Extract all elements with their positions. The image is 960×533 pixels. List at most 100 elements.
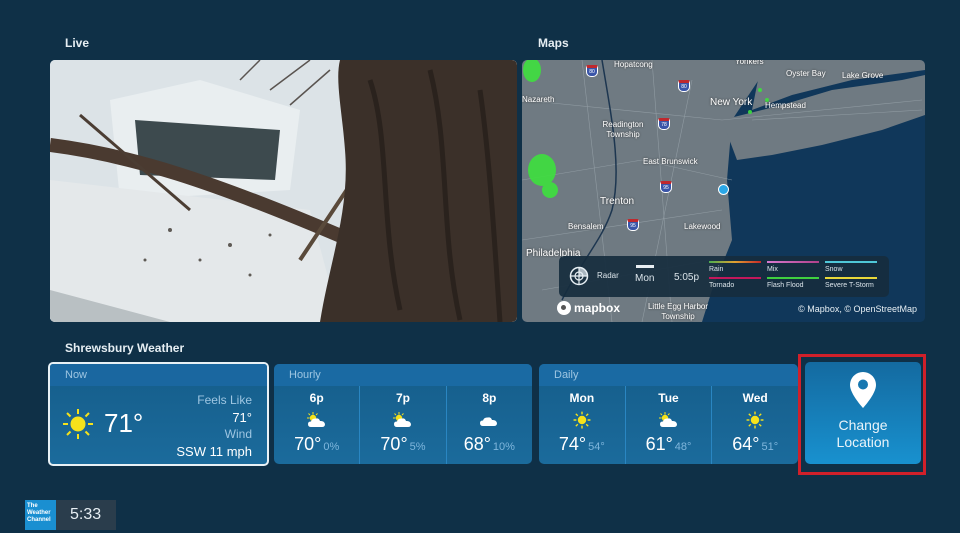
current-temperature: 71° (104, 408, 144, 438)
timeline-progress-marker (636, 265, 654, 268)
daily-header: Daily (539, 364, 798, 386)
legend-label: Mix (767, 266, 778, 273)
day-label: Tue (658, 391, 679, 405)
day-label: Wed (742, 391, 768, 405)
radar-timeline-bar[interactable]: Radar Mon 5:05p Rain Mix Snow Tornado Fl… (559, 256, 889, 297)
legend-label: Flash Flood (767, 282, 804, 289)
map-label: Hempstead (765, 101, 806, 110)
maps-title: Maps (538, 36, 569, 50)
highway-shield: 80 (586, 65, 598, 77)
cloudy-icon (480, 417, 498, 426)
sunny-icon (746, 411, 764, 429)
daily-card[interactable]: Daily Mon 74° 54° Tue 61° 48° Wed 64° 51… (539, 364, 798, 464)
high-temp: 64° (732, 434, 760, 454)
map-label: East Brunswick (643, 157, 698, 166)
hourly-item[interactable]: 6p 70° 0% (274, 386, 359, 464)
footer-clock-bar: The Weather Channel 5:33 (25, 500, 116, 530)
legend-label: Snow (825, 266, 843, 273)
live-video-frame (50, 60, 517, 322)
feels-like-value: 71° (232, 410, 252, 425)
partly-cloudy-icon (392, 412, 411, 427)
map-attribution[interactable]: © Mapbox, © OpenStreetMap (798, 304, 917, 314)
map-label: Lake Grove (842, 71, 884, 80)
weather-title: Shrewsbury Weather (65, 341, 185, 355)
precip-chance: 10% (492, 441, 515, 453)
highway-shield: 78 (658, 118, 670, 130)
now-header: Now (50, 364, 267, 386)
hour-temp: 70° (294, 434, 322, 454)
map-label: Hopatcong (614, 60, 653, 69)
radar-icon (569, 266, 589, 286)
sunny-icon (63, 409, 93, 439)
radar-map[interactable]: Hopatcong Yonkers Oyster Bay Lake Grove … (522, 60, 925, 322)
hourly-card[interactable]: Hourly 6p 70° 0% 7p 70° 5% 8p 68° 10% (274, 364, 532, 464)
map-label: Readington Township (602, 120, 644, 139)
legend-severe-tstorm: Severe T-Storm (825, 277, 877, 289)
legend-tornado: Tornado (709, 277, 761, 289)
highway-shield: 80 (678, 80, 690, 92)
hour-temp: 70° (380, 434, 408, 454)
mapbox-logo: mapbox (557, 301, 620, 315)
low-temp: 48° (674, 441, 692, 453)
mapbox-wordmark: mapbox (574, 301, 621, 315)
map-label: Lakewood (684, 222, 721, 231)
highway-shield: 95 (627, 219, 639, 231)
change-location-button[interactable]: Change Location (805, 362, 921, 464)
change-location-line1: Change (838, 417, 888, 433)
radar-time: 5:05p (674, 272, 700, 283)
live-video-player[interactable] (50, 60, 517, 322)
high-temp: 74° (558, 434, 587, 454)
low-temp: 51° (761, 441, 779, 453)
radar-day: Mon (635, 273, 655, 284)
hourly-header: Hourly (274, 364, 532, 386)
legend-label: Tornado (709, 282, 735, 289)
map-label: Oyster Bay (786, 69, 826, 78)
precip-chance: 0% (323, 441, 340, 453)
legend-rain: Rain (709, 261, 761, 273)
legend-swatch (709, 261, 761, 263)
highway-shield: 95 (660, 181, 672, 193)
logo-text: The (27, 503, 38, 509)
daily-item[interactable]: Wed 64° 51° (711, 386, 798, 464)
now-card[interactable]: Now 71° Feels Like 71° Wind SSW 11 mph (48, 362, 269, 466)
mapbox-icon (557, 301, 571, 315)
wind-value: SSW 11 mph (176, 444, 252, 459)
hour-label: 8p (482, 391, 497, 405)
legend-label: Severe T-Storm (825, 282, 874, 289)
map-label: Yonkers (735, 60, 764, 66)
clock-time: 5:33 (70, 506, 102, 523)
weather-channel-logo: The Weather Channel (25, 500, 56, 530)
day-label: Mon (569, 391, 595, 405)
hourly-item[interactable]: 7p 70° 5% (359, 386, 445, 464)
map-label: Trenton (600, 196, 635, 207)
daily-item[interactable]: Tue 61° 48° (624, 386, 712, 464)
legend-label: Rain (709, 266, 724, 273)
daily-item[interactable]: Mon 74° 54° (539, 386, 625, 464)
logo-text: Weather (27, 510, 51, 516)
high-temp: 61° (645, 434, 673, 454)
map-label: Little Egg Harbor Township (647, 302, 709, 321)
legend-swatch (709, 277, 761, 279)
map-label: New York (710, 97, 753, 108)
legend-swatch (767, 277, 819, 279)
legend-flash-flood: Flash Flood (767, 277, 819, 289)
current-location-marker (718, 184, 729, 195)
hour-label: 6p (309, 391, 324, 405)
legend-swatch (825, 277, 877, 279)
hourly-item[interactable]: 8p 68° 10% (445, 386, 532, 464)
legend-swatch (767, 261, 819, 263)
low-temp: 54° (588, 441, 605, 453)
location-pin-icon (850, 372, 876, 408)
hour-label: 7p (395, 391, 410, 405)
map-label: Bensalem (568, 222, 604, 231)
partly-cloudy-icon (306, 412, 325, 427)
wind-label: Wind (224, 427, 252, 441)
feels-like-label: Feels Like (197, 393, 252, 407)
legend-mix: Mix (767, 261, 819, 273)
hour-temp: 68° (463, 434, 491, 454)
map-label: Nazareth (522, 95, 555, 104)
logo-text: Channel (27, 517, 51, 523)
precip-chance: 5% (409, 441, 426, 453)
live-title: Live (65, 36, 90, 50)
sunny-icon (573, 411, 591, 429)
